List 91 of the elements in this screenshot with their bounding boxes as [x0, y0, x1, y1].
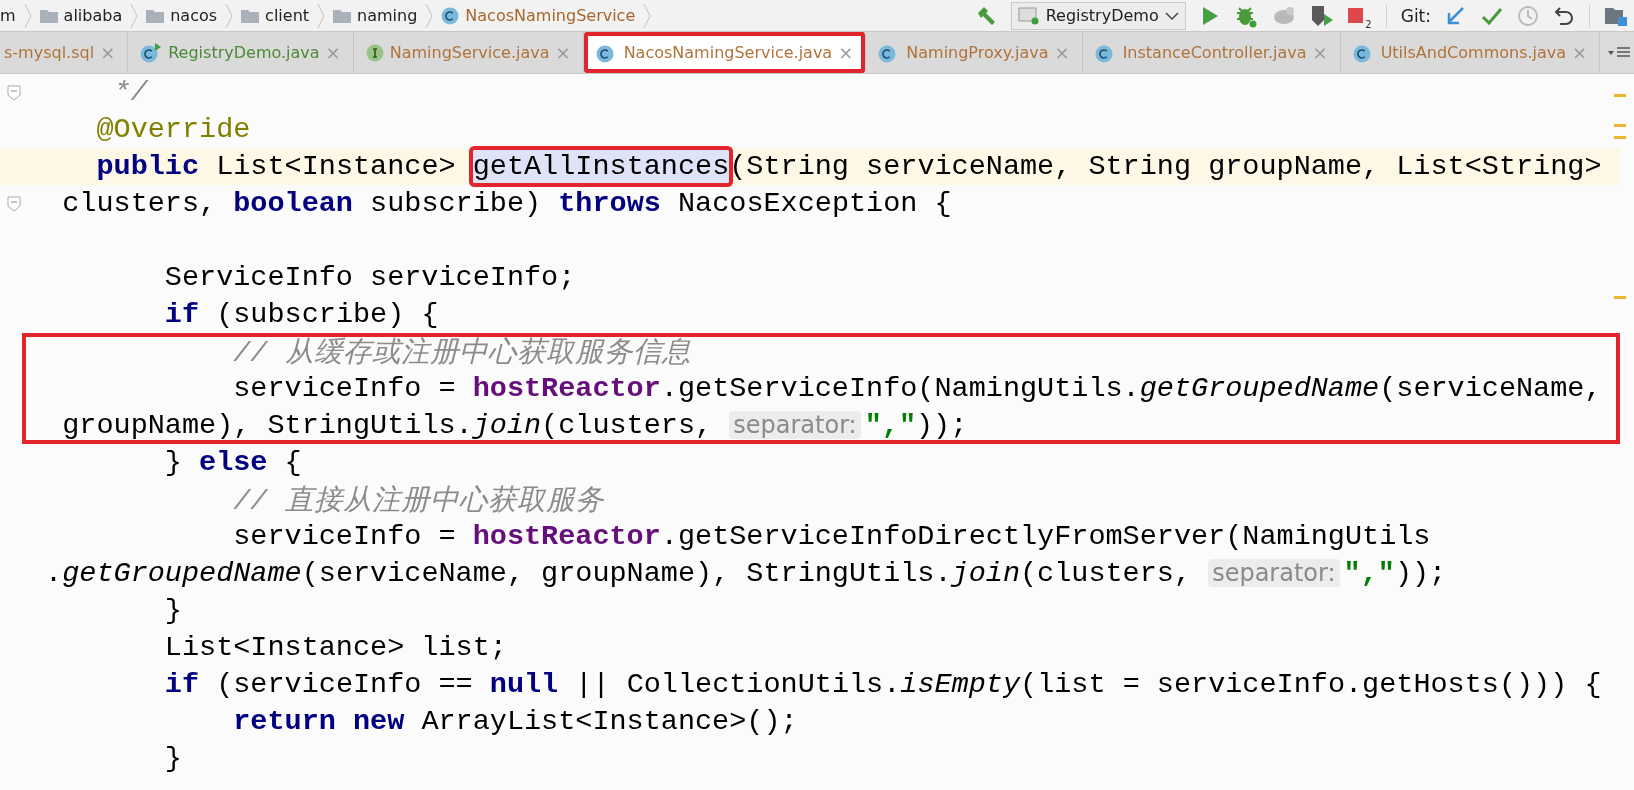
stop-button[interactable]: 2: [1347, 4, 1372, 27]
static-call: getGroupedName: [1139, 372, 1380, 405]
close-icon[interactable]: ×: [100, 42, 116, 63]
class-icon: [441, 6, 460, 25]
breadcrumb-item[interactable]: naming: [327, 6, 424, 25]
fold-marker-icon[interactable]: [7, 84, 21, 101]
runnable-class-icon: [140, 42, 163, 63]
code-text: List<Instance>: [216, 150, 457, 183]
code-text: (list = serviceInfo.getHosts())) {: [1020, 668, 1602, 701]
caret-icon: [1164, 10, 1179, 21]
folder-icon: [39, 8, 58, 23]
code-text: clusters,: [62, 187, 218, 220]
application-icon: [1017, 5, 1040, 26]
keyword: null: [489, 668, 559, 701]
close-icon[interactable]: ×: [325, 42, 341, 63]
code-text: (serviceName,: [1379, 372, 1602, 405]
field-name: hostReactor: [472, 372, 661, 405]
code-text: (serviceName, groupName), StringUtils.: [301, 557, 952, 590]
code-text: ArrayList<Instance>();: [421, 705, 798, 738]
folder-icon: [146, 8, 165, 23]
code-text: (serviceInfo ==: [216, 668, 474, 701]
code-text: || CollectionUtils.: [575, 668, 901, 701]
parameter-hint: separator:: [729, 411, 861, 439]
breadcrumb-item[interactable]: client: [235, 6, 316, 25]
breadcrumb-item[interactable]: alibaba: [33, 6, 129, 25]
chevron-icon: [130, 2, 139, 29]
string-literal: ",": [864, 409, 916, 442]
run-configuration-dropdown[interactable]: RegistryDemo: [1010, 1, 1186, 30]
keyword: if: [164, 668, 200, 701]
string-literal: ",": [1343, 557, 1395, 590]
code-text: ));: [916, 409, 968, 442]
code-text: subscribe): [370, 187, 543, 220]
code-text: serviceInfo =: [233, 520, 457, 553]
code-text: ServiceInfo serviceInfo;: [164, 261, 576, 294]
chevron-icon: [643, 2, 652, 29]
code-text: }: [164, 446, 183, 479]
keyword: boolean: [233, 187, 353, 220]
profiler-icon[interactable]: [1309, 3, 1334, 28]
code-text: .getServiceInfoDirectlyFromServer(NamingUtils: [660, 520, 1431, 553]
keyword: public: [96, 150, 200, 183]
code-text: (String serviceName, String groupName, List<String>: [729, 150, 1602, 183]
code-text: NacosException {: [677, 187, 952, 220]
folder-icon: [333, 8, 352, 23]
breadcrumb-item[interactable]: m: [0, 6, 22, 25]
code-text: ));: [1394, 557, 1447, 590]
code-comment: */: [113, 76, 148, 109]
breadcrumb-item[interactable]: nacos: [140, 6, 224, 25]
breadcrumb-item[interactable]: NacosNamingService: [435, 6, 642, 25]
tab-list-menu-icon[interactable]: [1608, 45, 1631, 60]
static-call: join: [951, 557, 1020, 590]
code-comment: // 从缓存或注册中心获取服务信息: [233, 336, 691, 370]
chevron-icon: [225, 2, 234, 29]
parameter-hint: separator:: [1208, 559, 1340, 587]
static-call: join: [472, 409, 542, 442]
code-text: .getServiceInfo(NamingUtils.: [660, 372, 1140, 405]
annotation: @Override: [96, 113, 251, 146]
static-call: getGroupedName: [62, 557, 302, 590]
clock-icon[interactable]: [1517, 4, 1539, 27]
field-name: hostReactor: [472, 520, 661, 553]
code-comment: // 直接从注册中心获取服务: [233, 484, 604, 518]
update-arrow-icon[interactable]: [1445, 4, 1467, 27]
keyword: return new: [233, 705, 405, 738]
close-icon[interactable]: ×: [555, 42, 571, 63]
close-icon[interactable]: ×: [1054, 42, 1070, 63]
chevron-icon: [23, 2, 32, 29]
keyword: throws: [558, 187, 661, 220]
editor-tab[interactable]: NacosNamingService.java ×: [583, 32, 867, 73]
close-icon[interactable]: ×: [1312, 42, 1328, 63]
code-text: }: [164, 594, 182, 627]
code-text: }: [164, 742, 182, 775]
code-text: .: [45, 557, 63, 590]
code-text: (clusters,: [541, 409, 714, 442]
interface-icon: [365, 43, 384, 62]
fold-marker-icon[interactable]: [7, 195, 21, 212]
close-icon[interactable]: ×: [838, 42, 854, 63]
code-text: serviceInfo =: [233, 372, 457, 405]
static-call: isEmpty: [900, 668, 1021, 701]
code-text: {: [284, 446, 302, 479]
code-text: List<Instance> list;: [164, 631, 507, 664]
code-text: (subscribe) {: [216, 298, 439, 331]
keyword: else: [199, 446, 268, 479]
folder-icon: [241, 8, 260, 23]
coverage-icon[interactable]: [1271, 4, 1296, 27]
vcs-label: Git:: [1400, 5, 1431, 26]
keyword: if: [164, 298, 200, 331]
code-text: groupName), StringUtils.: [62, 409, 473, 442]
chevron-icon: [425, 2, 434, 29]
close-icon[interactable]: ×: [1572, 42, 1588, 63]
code-text: (clusters,: [1020, 557, 1193, 590]
chevron-icon: [317, 2, 326, 29]
undo-icon[interactable]: [1553, 4, 1575, 27]
